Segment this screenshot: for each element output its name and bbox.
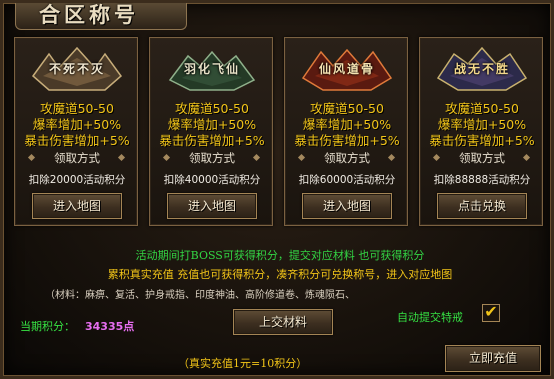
info-line-boss-points: 活动期间打BOSS可获得积分，提交对应材料 也可获得积分 — [135, 249, 425, 262]
submit-materials-button[interactable]: 上交材料 — [233, 309, 333, 335]
stat-crit-damage: 暴击伤害增加+5% — [429, 133, 535, 148]
claim-method-label: 领取方式 — [54, 151, 100, 165]
current-points-value: 34335点 — [85, 320, 135, 333]
deduct-points-label: 扣除60000活动积分 — [298, 174, 396, 186]
info-line-recharge-points: 累积真实充值 充值也可获得积分，凑齐积分可兑换称号，进入对应地图 — [107, 268, 453, 281]
enter-map-button[interactable]: 进入地图 — [302, 193, 392, 219]
auto-submit-checkbox[interactable]: ✔ — [482, 302, 500, 322]
claim-method-label: 领取方式 — [459, 151, 505, 165]
title-card-3: 仙风道骨 攻魔道50-50 爆率增加+50% 暴击伤害增加+5% 领取方式 扣除… — [284, 37, 408, 226]
title-card-1: 不死不灭 攻魔道50-50 爆率增加+50% 暴击伤害增加+5% 领取方式 扣除… — [14, 37, 138, 226]
panel-title: 合区称号 — [39, 2, 139, 27]
current-points-label: 当期积分： — [20, 320, 75, 333]
emblem-title-text: 羽化飞仙 — [183, 62, 240, 76]
recharge-now-button[interactable]: 立即充值 — [445, 345, 541, 372]
stat-crit-damage: 暴击伤害增加+5% — [24, 133, 130, 148]
emblem-title-text: 不死不灭 — [48, 62, 105, 76]
stat-crit-damage: 暴击伤害增加+5% — [159, 133, 265, 148]
emblem-title-text: 仙风道骨 — [318, 62, 375, 76]
deduct-points-label: 扣除20000活动积分 — [28, 174, 126, 186]
emblem-title-text: 战无不胜 — [453, 62, 510, 76]
auto-submit-label: 自动提交特戒 — [397, 311, 463, 324]
title-card-4: 战无不胜 攻魔道50-50 爆率增加+50% 暴击伤害增加+5% 领取方式 扣除… — [419, 37, 543, 226]
exchange-button[interactable]: 点击兑换 — [437, 193, 527, 219]
recharge-rate-note: （真实充值1元=10积分） — [178, 357, 308, 370]
deduct-points-label: 扣除40000活动积分 — [163, 174, 261, 186]
enter-map-button[interactable]: 进入地图 — [167, 193, 257, 219]
stat-crit-damage: 暴击伤害增加+5% — [294, 133, 400, 148]
claim-method-label: 领取方式 — [189, 151, 235, 165]
deduct-points-label: 扣除88888活动积分 — [433, 174, 531, 186]
game-panel: 合区称号 不死不灭 攻魔道50-50 爆率增加+50% 暴击伤害增加+5% 领取… — [0, 0, 554, 379]
claim-method-label: 领取方式 — [324, 151, 370, 165]
info-line-materials: （材料：麻痹、复活、护身戒指、印度神油、高阶修道卷、炼魂陨石、 — [45, 290, 355, 301]
title-card-2: 羽化飞仙 攻魔道50-50 爆率增加+50% 暴击伤害增加+5% 领取方式 扣除… — [149, 37, 273, 226]
enter-map-button[interactable]: 进入地图 — [32, 193, 122, 219]
check-icon: ✔ — [484, 302, 498, 321]
